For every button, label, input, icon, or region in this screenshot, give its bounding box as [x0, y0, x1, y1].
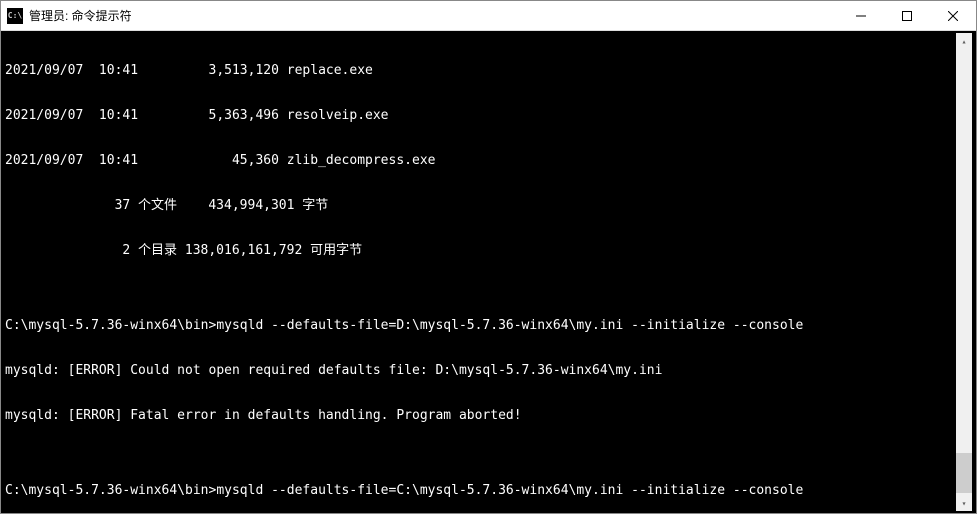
- scroll-up-arrow-icon[interactable]: ▴: [956, 33, 972, 49]
- scroll-down-arrow-icon[interactable]: ▾: [956, 495, 972, 511]
- terminal-line: 2021/09/07 10:41 3,513,120 replace.exe: [5, 63, 956, 78]
- terminal-body[interactable]: 2021/09/07 10:41 3,513,120 replace.exe 2…: [1, 31, 976, 513]
- vertical-scrollbar[interactable]: ▴ ▾: [956, 33, 972, 511]
- terminal-line: 2 个目录 138,016,161,792 可用字节: [5, 243, 956, 258]
- scrollbar-thumb[interactable]: [956, 453, 972, 493]
- terminal-line: 37 个文件 434,994,301 字节: [5, 198, 956, 213]
- command-prompt-window: C:\ 管理员: 命令提示符 2021/09/07 10:41 3,513,12…: [0, 0, 977, 514]
- terminal-line: mysqld: [ERROR] Fatal error in defaults …: [5, 408, 956, 423]
- terminal-line: C:\mysql-5.7.36-winx64\bin>mysqld --defa…: [5, 318, 956, 333]
- cmd-icon: C:\: [8, 11, 22, 20]
- terminal-line: 2021/09/07 10:41 5,363,496 resolveip.exe: [5, 108, 956, 123]
- app-icon: C:\: [7, 8, 23, 24]
- maximize-button[interactable]: [884, 1, 930, 30]
- terminal-line: C:\mysql-5.7.36-winx64\bin>mysqld --defa…: [5, 483, 956, 498]
- window-controls: [838, 1, 976, 30]
- terminal-line: mysqld: [ERROR] Could not open required …: [5, 363, 956, 378]
- terminal-content[interactable]: 2021/09/07 10:41 3,513,120 replace.exe 2…: [5, 33, 956, 511]
- minimize-button[interactable]: [838, 1, 884, 30]
- titlebar[interactable]: C:\ 管理员: 命令提示符: [1, 1, 976, 31]
- window-title: 管理员: 命令提示符: [29, 7, 838, 24]
- terminal-line: 2021/09/07 10:41 45,360 zlib_decompress.…: [5, 153, 956, 168]
- close-button[interactable]: [930, 1, 976, 30]
